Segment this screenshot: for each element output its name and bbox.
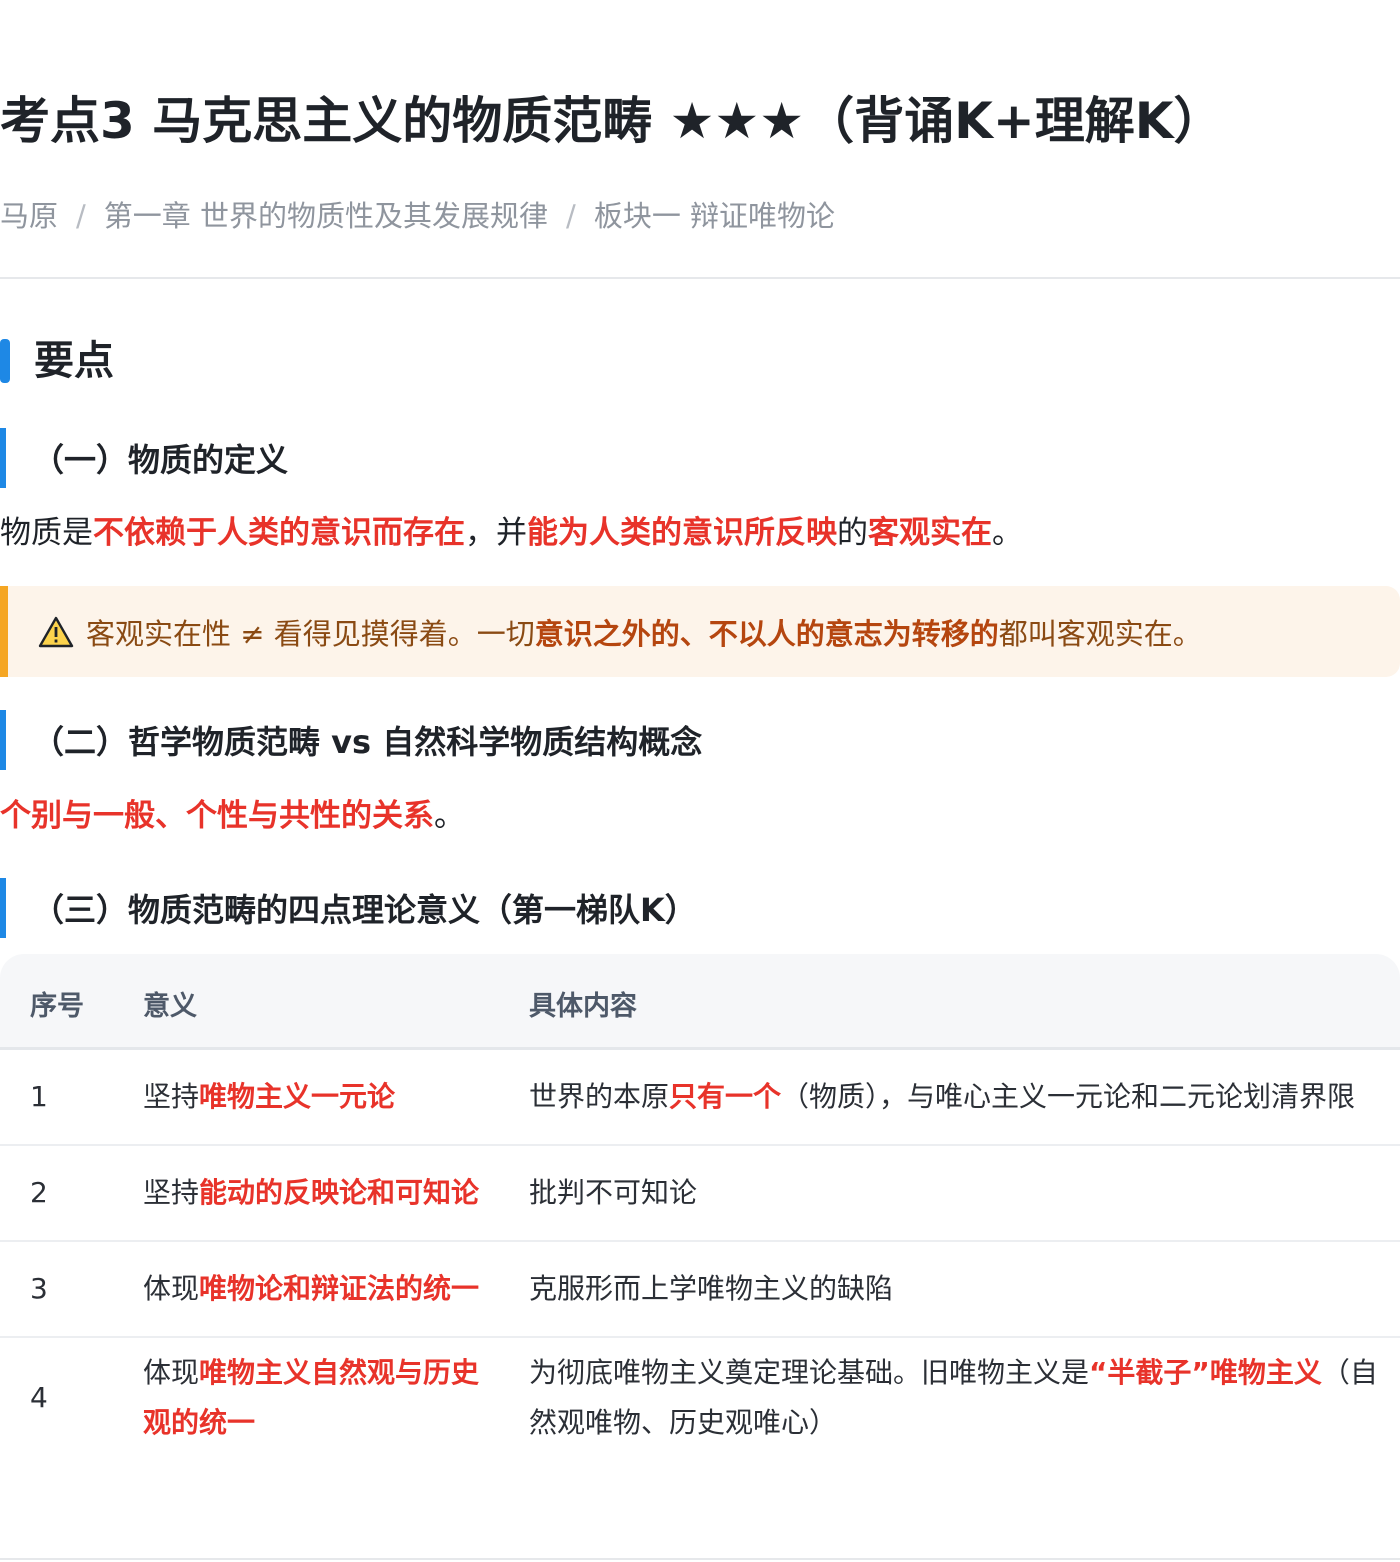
callout-text-before: 客观实在性 ≠ 看得见摸得着。一切 <box>86 616 535 651</box>
subheading-definition: （一）物质的定义 <box>0 428 288 488</box>
subheading-title: （二）哲学物质范畴 vs 自然科学物质结构概念 <box>32 723 703 761</box>
content-highlight: “半截子”唯物主义 <box>1089 1356 1322 1389</box>
breadcrumb-separator: / <box>566 199 576 233</box>
cell-number: 3 <box>30 1272 48 1305</box>
cell-number: 2 <box>30 1176 48 1209</box>
subheading-accent-bar <box>0 428 6 488</box>
comparison-highlight: 个别与一般、个性与共性的关系 <box>0 798 434 834</box>
comparison-paragraph: 个别与一般、个性与共性的关系。 <box>0 794 465 838</box>
definition-paragraph: 物质是不依赖于人类的意识而存在，并能为人类的意识所反映的客观实在。 <box>0 511 1023 555</box>
definition-text: ，并 <box>465 515 527 551</box>
page-title: 考点3 马克思主义的物质范畴 ★★★（背诵K+理解K） <box>0 92 1224 150</box>
breadcrumb: 马原 / 第一章 世界的物质性及其发展规律 / 板块一 辩证唯物论 <box>0 196 835 236</box>
callout-text-after: 都叫客观实在。 <box>998 616 1202 651</box>
cell-content: 克服形而上学唯物主义的缺陷 <box>529 1264 893 1314</box>
meaning-prefix: 坚持 <box>143 1080 200 1113</box>
subheading-accent-bar <box>0 878 6 938</box>
breadcrumb-item-chapter[interactable]: 第一章 世界的物质性及其发展规律 <box>104 199 548 233</box>
content-text: （物质），与唯心主义一元论和二元论划清界限 <box>781 1080 1356 1113</box>
comparison-end: 。 <box>434 798 465 834</box>
cell-meaning: 体现唯物主义自然观与历史观的统一 <box>143 1348 483 1448</box>
subheading-accent-bar <box>0 710 6 770</box>
definition-highlight: 不依赖于人类的意识而存在 <box>93 515 465 551</box>
meaning-highlight: 能动的反映论和可知论 <box>199 1176 480 1209</box>
definition-highlight: 客观实在 <box>868 515 992 551</box>
meaning-prefix: 坚持 <box>143 1176 200 1209</box>
definition-highlight: 能为人类的意识所反映 <box>527 515 837 551</box>
warning-icon <box>38 616 74 647</box>
breadcrumb-separator: / <box>76 199 86 233</box>
definition-text: 物质是 <box>0 515 93 551</box>
meaning-prefix: 体现 <box>143 1356 200 1389</box>
column-header-number: 序号 <box>30 991 84 1022</box>
subheading-comparison: （二）哲学物质范畴 vs 自然科学物质结构概念 <box>0 710 702 770</box>
table-header: 序号 意义 具体内容 <box>0 954 1400 1050</box>
cell-number: 1 <box>30 1080 48 1113</box>
table-row: 1 坚持唯物主义一元论 世界的本原只有一个（物质），与唯心主义一元论和二元论划清… <box>0 1050 1400 1146</box>
column-header-meaning: 意义 <box>143 991 197 1022</box>
significance-table: 序号 意义 具体内容 1 坚持唯物主义一元论 世界的本原只有一个（物质），与唯心… <box>0 954 1400 1554</box>
breadcrumb-item-module[interactable]: 板块一 辩证唯物论 <box>594 199 835 233</box>
breadcrumb-item-course[interactable]: 马原 <box>0 199 58 233</box>
section-heading-key-points: 要点 <box>0 336 114 386</box>
cell-meaning: 坚持能动的反映论和可知论 <box>143 1168 479 1218</box>
section-heading-accent-bar <box>0 339 10 383</box>
table-row: 3 体现唯物论和辩证法的统一 克服形而上学唯物主义的缺陷 <box>0 1242 1400 1338</box>
definition-text: 的 <box>837 515 868 551</box>
cell-content: 批判不可知论 <box>529 1168 697 1218</box>
cell-content: 世界的本原只有一个（物质），与唯心主义一元论和二元论划清界限 <box>529 1072 1355 1122</box>
content-text: 为彻底唯物主义奠定理论基础。旧唯物主义是 <box>529 1356 1090 1389</box>
meaning-prefix: 体现 <box>143 1272 200 1305</box>
meaning-highlight: 唯物主义一元论 <box>199 1080 396 1113</box>
content-text: 世界的本原 <box>529 1080 670 1113</box>
definition-text: 。 <box>992 515 1023 551</box>
subheading-title: （三）物质范畴的四点理论意义（第一梯队K） <box>32 891 697 929</box>
table-row: 4 体现唯物主义自然观与历史观的统一 为彻底唯物主义奠定理论基础。旧唯物主义是“… <box>0 1338 1400 1478</box>
footer-divider <box>0 1558 1400 1560</box>
content-highlight: 只有一个 <box>669 1080 782 1113</box>
section-heading-title: 要点 <box>34 338 114 384</box>
callout-text: 客观实在性 ≠ 看得见摸得着。一切意识之外的、不以人的意志为转移的都叫客观实在。 <box>86 611 1202 653</box>
cell-content: 为彻底唯物主义奠定理论基础。旧唯物主义是“半截子”唯物主义（自然观唯物、历史观唯… <box>529 1348 1389 1448</box>
content-text: 克服形而上学唯物主义的缺陷 <box>529 1272 894 1305</box>
column-header-content: 具体内容 <box>529 991 637 1022</box>
cell-meaning: 体现唯物论和辩证法的统一 <box>143 1264 479 1314</box>
warning-callout: 客观实在性 ≠ 看得见摸得着。一切意识之外的、不以人的意志为转移的都叫客观实在。 <box>0 586 1400 677</box>
meaning-highlight: 唯物论和辩证法的统一 <box>199 1272 480 1305</box>
callout-highlight: 意识之外的、不以人的意志为转移的 <box>534 616 999 651</box>
subheading-title: （一）物质的定义 <box>32 441 289 479</box>
cell-number: 4 <box>30 1381 48 1414</box>
content-text: 批判不可知论 <box>529 1176 698 1209</box>
cell-meaning: 坚持唯物主义一元论 <box>143 1072 395 1122</box>
table-row: 2 坚持能动的反映论和可知论 批判不可知论 <box>0 1146 1400 1242</box>
header-divider <box>0 277 1400 279</box>
subheading-significance: （三）物质范畴的四点理论意义（第一梯队K） <box>0 878 697 938</box>
